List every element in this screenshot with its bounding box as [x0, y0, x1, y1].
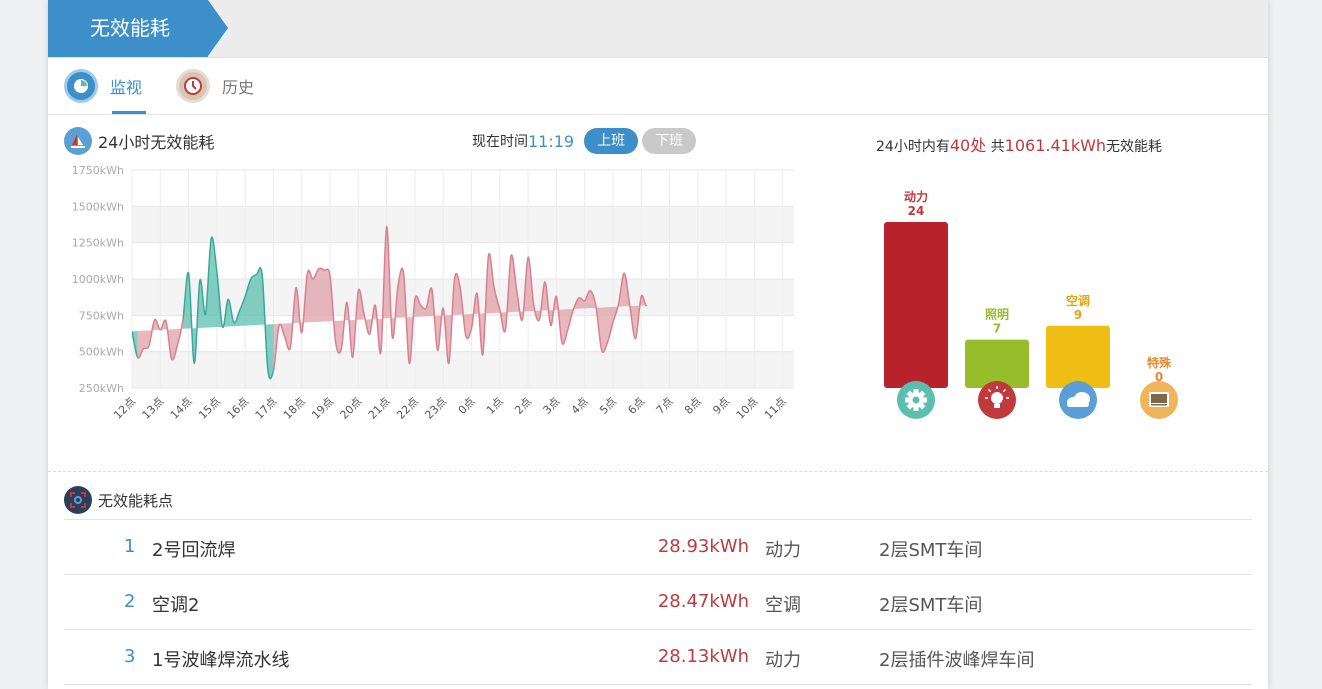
- y-tick-label: 250kWh: [79, 382, 124, 395]
- x-tick-label: 14点: [168, 395, 195, 422]
- x-tick-label: 22点: [394, 395, 421, 422]
- on-shift-button[interactable]: 上班: [584, 128, 639, 154]
- x-tick-label: 1点: [484, 395, 506, 417]
- bar-category-label: 照明: [985, 307, 1009, 322]
- row-value: 28.93kWh: [657, 536, 749, 557]
- y-tick-label: 1500kWh: [72, 200, 124, 213]
- row-location: 2层SMT车间: [879, 595, 983, 616]
- x-tick-label: 11点: [762, 395, 789, 422]
- bar-value-label: 24: [908, 204, 925, 218]
- scan-icon: [64, 486, 92, 514]
- tab-history[interactable]: 历史: [176, 68, 254, 104]
- tab-history-label: 历史: [222, 78, 255, 97]
- row-index: 2: [124, 591, 136, 612]
- y-tick-label: 750kWh: [79, 309, 124, 322]
- table-row[interactable]: 1 2号回流焊 28.93kWh 动力 2层SMT车间: [64, 519, 1252, 574]
- panel-header: 无效能耗: [48, 0, 1268, 58]
- x-tick-label: 19点: [309, 395, 336, 422]
- lightbulb-icon: [978, 381, 1016, 419]
- now-time-bar: 现在时间 11:19 上班 下班: [472, 128, 697, 154]
- row-index: 1: [124, 536, 136, 557]
- row-value: 28.47kWh: [657, 591, 749, 612]
- summary-line: 24小时内有40处 共1061.41kWh无效能耗: [876, 132, 1162, 156]
- x-tick-label: 21点: [366, 395, 393, 422]
- summary-prefix: 24小时内有: [876, 139, 950, 155]
- x-tick-label: 18点: [281, 395, 308, 422]
- row-value: 28.13kWh: [657, 646, 749, 667]
- tab-monitor-label: 监视: [110, 78, 143, 97]
- list-title-text: 无效能耗点: [98, 491, 174, 510]
- x-tick-label: 8点: [682, 395, 704, 417]
- energy-panel: 无效能耗 监视 历史 24小时无效能耗 现在时间 11:19 上班 下班 175…: [48, 0, 1268, 689]
- bar-value-label: 7: [993, 322, 1001, 336]
- row-location: 2层插件波峰焊车间: [879, 650, 1035, 671]
- bar-aircon[interactable]: [1046, 325, 1110, 388]
- list-title: 无效能耗点: [64, 486, 173, 514]
- tab-monitor[interactable]: 监视: [64, 68, 142, 104]
- y-tick-label: 500kWh: [79, 346, 124, 359]
- x-tick-label: 2点: [512, 395, 534, 417]
- y-tick-label: 1250kWh: [72, 237, 124, 250]
- row-name: 1号波峰焊流水线: [152, 650, 290, 671]
- grid-band: [132, 206, 794, 243]
- table-row[interactable]: 3 1号波峰焊流水线 28.13kWh 动力 2层插件波峰焊车间: [64, 629, 1252, 684]
- tab-bar: 监视 历史: [48, 58, 1268, 115]
- x-tick-label: 9点: [710, 395, 732, 417]
- row-type: 动力: [765, 540, 801, 561]
- bar-lighting[interactable]: [965, 339, 1029, 388]
- x-tick-label: 12点: [111, 395, 138, 422]
- table-row[interactable]: 2 空调2 28.47kWh 空调 2层SMT车间: [64, 574, 1252, 629]
- summary-count: 40处: [949, 136, 987, 155]
- row-name: 空调2: [152, 595, 200, 616]
- now-time: 11:19: [528, 131, 575, 151]
- row-name: 2号回流焊: [152, 540, 236, 561]
- summary-suffix: 无效能耗: [1106, 139, 1163, 155]
- x-tick-label: 15点: [196, 395, 223, 422]
- x-tick-label: 5点: [597, 395, 619, 417]
- row-index: 3: [124, 646, 136, 667]
- cloud-icon: [1059, 381, 1097, 419]
- monitor-icon: [1140, 381, 1178, 419]
- grid-band: [132, 351, 794, 388]
- bar-category-label: 动力: [904, 189, 928, 204]
- now-label: 现在时间: [472, 134, 528, 150]
- x-tick-label: 3点: [541, 395, 563, 417]
- area-chart-title-text: 24小时无效能耗: [98, 133, 215, 152]
- x-tick-label: 23点: [422, 395, 449, 422]
- summary-total: 1061.41kWh: [1004, 136, 1107, 155]
- y-tick-label: 1000kWh: [72, 273, 124, 286]
- x-tick-label: 13点: [140, 395, 167, 422]
- section-divider: [48, 471, 1268, 472]
- active-tab-indicator: [112, 111, 146, 114]
- x-tick-label: 17点: [253, 395, 280, 422]
- list-bottom-border: [64, 684, 1252, 686]
- y-tick-label: 1750kWh: [72, 164, 124, 177]
- page-title: 无效能耗: [48, 0, 228, 57]
- bar-category-label: 特殊: [1147, 355, 1172, 370]
- row-type: 动力: [765, 650, 801, 671]
- bar-chart: 动力24照明7空调9特殊0: [884, 189, 1178, 419]
- x-tick-label: 6点: [625, 395, 647, 417]
- row-location: 2层SMT车间: [879, 540, 983, 561]
- clock-icon: [176, 69, 210, 103]
- x-tick-label: 0点: [456, 395, 478, 417]
- area-chart-title: 24小时无效能耗: [64, 127, 214, 155]
- x-tick-label: 10点: [734, 395, 761, 422]
- summary-mid: 共: [990, 139, 1005, 155]
- bar-category-label: 空调: [1066, 293, 1090, 308]
- x-tick-label: 7点: [654, 395, 676, 417]
- bar-power[interactable]: [884, 222, 948, 388]
- gear-icon: [897, 381, 935, 419]
- x-tick-label: 16点: [224, 395, 251, 422]
- monitor-icon: [64, 69, 98, 103]
- sailboat-icon: [64, 127, 92, 155]
- x-tick-label: 4点: [569, 395, 591, 417]
- row-type: 空调: [765, 595, 801, 616]
- bar-value-label: 9: [1074, 308, 1082, 322]
- off-shift-button[interactable]: 下班: [642, 128, 697, 154]
- x-tick-label: 20点: [338, 395, 365, 422]
- area-chart: 1750kWh 1500kWh 1250kWh 1000kWh 750kWh 500kWh…: [72, 164, 794, 422]
